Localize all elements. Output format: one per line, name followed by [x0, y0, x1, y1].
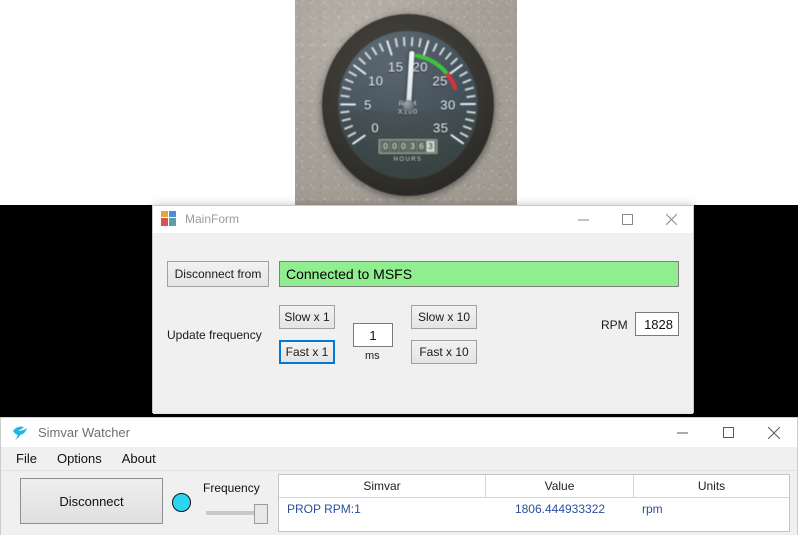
hour-meter-digit: 0	[400, 141, 408, 152]
connection-led-indicator	[172, 493, 191, 512]
table-row[interactable]: PROP RPM:11806.444933322rpm	[279, 498, 789, 520]
hour-meter-label: HOURS	[394, 157, 423, 163]
gauge-number-20: 20	[413, 59, 428, 74]
gauge-number-15: 15	[388, 59, 403, 74]
hour-meter-digit: 0	[382, 141, 390, 152]
menu-item-about[interactable]: About	[113, 449, 165, 468]
watcher-menubar: FileOptionsAbout	[1, 447, 797, 471]
connection-status-box: Connected to MSFS	[279, 261, 679, 287]
maximize-icon[interactable]	[605, 206, 649, 232]
simvar-watcher-window: Simvar Watcher FileOptionsAbout Disconne…	[0, 417, 798, 535]
hour-meter-digit: 6	[418, 141, 426, 152]
slow-x10-button[interactable]: Slow x 10	[411, 305, 477, 329]
table-body: PROP RPM:11806.444933322rpm	[279, 498, 789, 520]
minimize-icon[interactable]	[659, 418, 705, 447]
mainform-body: Disconnect from Connected to MSFS Update…	[153, 233, 693, 414]
gauge-number-0: 0	[371, 120, 379, 135]
maximize-icon[interactable]	[705, 418, 751, 447]
disconnect-from-button[interactable]: Disconnect from	[167, 261, 269, 287]
mainform-caption-buttons	[561, 206, 693, 232]
interval-ms-input[interactable]: 1	[353, 323, 393, 347]
needle-hub	[403, 100, 414, 111]
cell-simvar: PROP RPM:1	[279, 498, 486, 520]
tachometer-gauge-photo: 05101520253035 RPM X100 000363 HOURS	[295, 0, 517, 205]
update-frequency-label: Update frequency	[167, 328, 262, 342]
photo-band: 05101520253035 RPM X100 000363 HOURS	[0, 0, 798, 205]
menu-item-file[interactable]: File	[7, 449, 46, 468]
menu-item-options[interactable]: Options	[48, 449, 111, 468]
gauge-bezel: 05101520253035 RPM X100 000363 HOURS	[322, 14, 494, 196]
slider-thumb[interactable]	[254, 504, 268, 524]
watcher-body: Disconnect Frequency SimvarValueUnits PR…	[1, 471, 797, 535]
close-icon[interactable]	[649, 206, 693, 232]
minimize-icon[interactable]	[561, 206, 605, 232]
frequency-slider[interactable]	[206, 504, 268, 522]
rpm-field-label: RPM	[601, 318, 628, 332]
bird-icon	[11, 424, 29, 442]
gauge-number-10: 10	[368, 74, 383, 89]
disconnect-button[interactable]: Disconnect	[20, 478, 163, 524]
form-designer-icon	[161, 211, 177, 227]
rpm-value-field[interactable]: 1828	[635, 312, 679, 336]
gauge-number-5: 5	[364, 97, 372, 112]
fast-x1-button[interactable]: Fast x 1	[279, 340, 335, 364]
simvar-table: SimvarValueUnits PROP RPM:11806.44493332…	[278, 474, 790, 532]
gauge-number-35: 35	[433, 120, 448, 135]
column-header-simvar[interactable]: Simvar	[279, 475, 486, 497]
cell-units: rpm	[634, 498, 789, 520]
watcher-title: Simvar Watcher	[38, 425, 130, 440]
table-header-row: SimvarValueUnits	[279, 475, 789, 498]
mainform-title: MainForm	[185, 212, 239, 226]
gauge-tick-major	[460, 103, 476, 106]
slow-x1-button[interactable]: Slow x 1	[279, 305, 335, 329]
cell-value: 1806.444933322	[486, 498, 634, 520]
column-header-units[interactable]: Units	[634, 475, 789, 497]
close-icon[interactable]	[751, 418, 797, 447]
watcher-caption-buttons	[659, 418, 797, 447]
screen-root: 05101520253035 RPM X100 000363 HOURS	[0, 0, 798, 535]
gauge-tick-major	[340, 103, 356, 106]
watcher-titlebar[interactable]: Simvar Watcher	[1, 418, 797, 447]
hour-meter-digit: 0	[391, 141, 399, 152]
frequency-label: Frequency	[203, 481, 260, 495]
hour-meter-digit: 3	[427, 141, 435, 152]
hour-meter-digit: 3	[409, 141, 417, 152]
gauge-tick-minor	[466, 95, 475, 98]
fast-x10-button[interactable]: Fast x 10	[411, 340, 477, 364]
mainform-titlebar[interactable]: MainForm	[153, 206, 693, 233]
mainform-window: MainForm Disconnect from Connected to MS…	[152, 205, 694, 413]
column-header-value[interactable]: Value	[486, 475, 634, 497]
ms-unit-label: ms	[365, 350, 380, 362]
gauge-dial: 05101520253035 RPM X100 000363 HOURS	[338, 31, 478, 179]
hour-meter: 000363	[379, 139, 438, 154]
gauge-number-30: 30	[440, 97, 455, 112]
